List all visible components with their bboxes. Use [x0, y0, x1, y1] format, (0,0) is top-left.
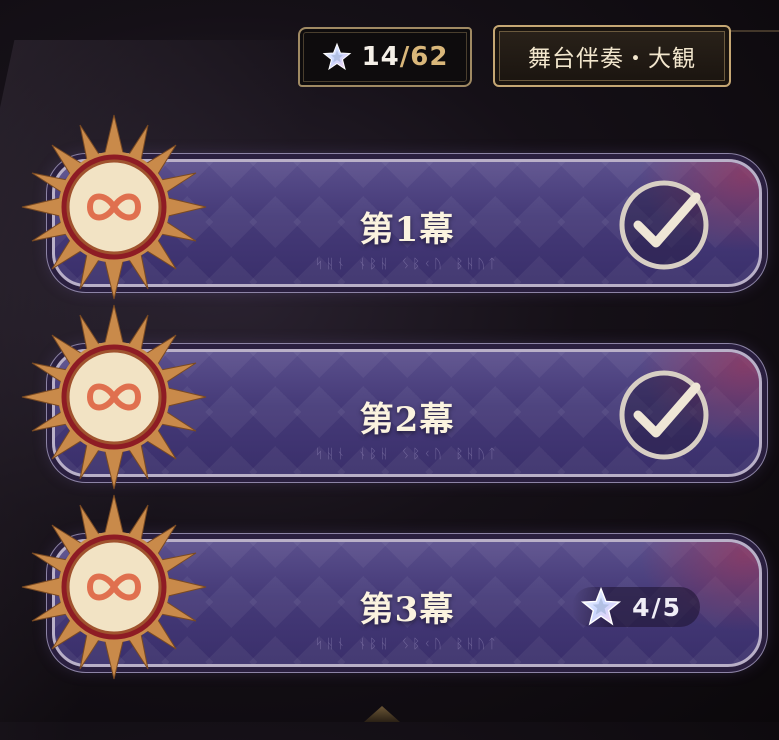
sun-emblem-icon [21, 304, 207, 490]
act-stars-count: 4/5 [632, 592, 682, 622]
bottom-ornament [364, 706, 400, 722]
stage-title-plate[interactable]: 舞台伴奏・大観 [493, 25, 731, 87]
star-icon [322, 42, 351, 71]
stars-collected: 14 [361, 42, 400, 72]
sun-emblem-icon [21, 494, 207, 680]
stars-total: 62 [410, 42, 449, 72]
checkmark-icon [619, 180, 709, 270]
act-card-3[interactable]: 第3幕 ᛋᚺᚾ ᚾᛒᚺ ᛊᛒᚲᚢ ᛒᚺᚢᛏ 4/5 [20, 494, 762, 685]
checkmark-icon [619, 370, 709, 460]
star-icon [581, 586, 622, 626]
act-stars-badge: 4/5 [572, 586, 700, 627]
stars-separator: / [399, 42, 411, 72]
star-counter: 14/62 [298, 27, 472, 87]
act-card-1[interactable]: 第1幕 ᛋᚺᚾ ᚾᛒᚺ ᛊᛒᚲᚢ ᛒᚺᚢᛏ [20, 114, 762, 305]
sun-emblem-icon [21, 114, 207, 300]
stage-title: 舞台伴奏・大観 [528, 46, 696, 72]
act-card-2[interactable]: 第2幕 ᛋᚺᚾ ᚾᛒᚺ ᛊᛒᚲᚢ ᛒᚺᚢᛏ [20, 304, 762, 495]
